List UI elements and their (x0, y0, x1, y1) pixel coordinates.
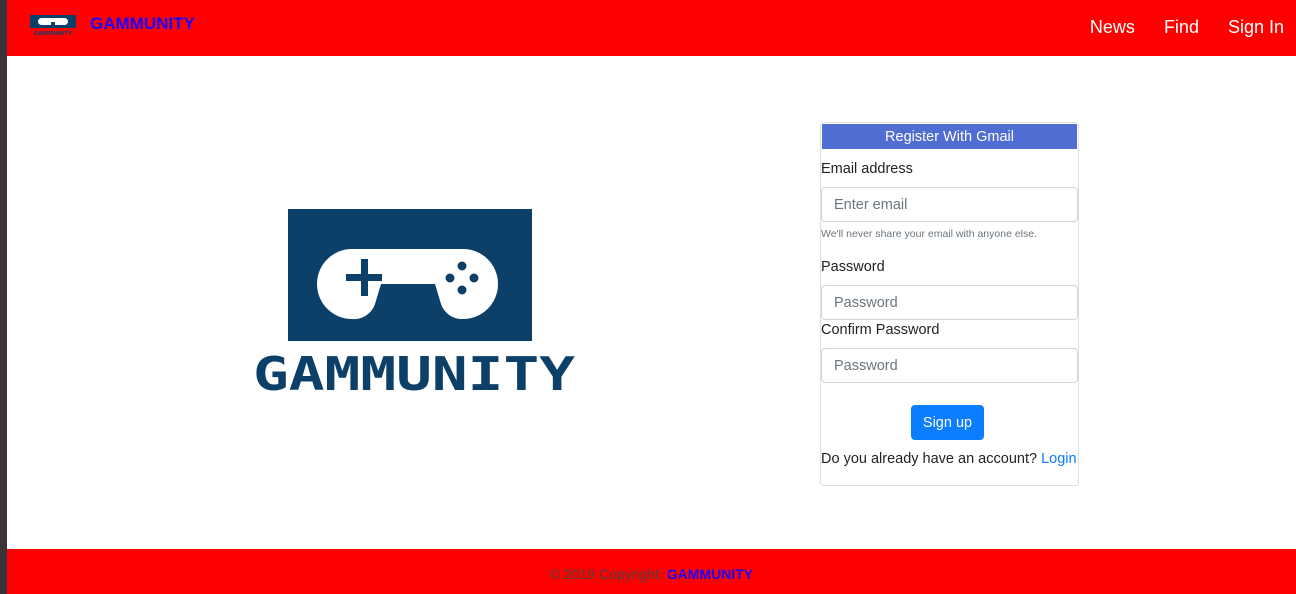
dpad-vertical (361, 259, 368, 296)
register-header: Register With Gmail (822, 124, 1077, 149)
footer-copyright: © 2019 Copyright: (549, 566, 663, 582)
footer-brand-link[interactable]: GAMMUNITY (667, 566, 753, 582)
password-input[interactable] (821, 285, 1078, 320)
account-line: Do you already have an account? Login (821, 451, 1077, 467)
brand-logo[interactable]: GAMMUNITY (24, 12, 82, 38)
password-label: Password (821, 259, 885, 275)
nav-link-news[interactable]: News (1090, 17, 1135, 38)
brand-logo-text: GAMMUNITY (34, 31, 74, 37)
confirm-password-label: Confirm Password (821, 322, 940, 338)
nav-links: News Find Sign In (1090, 17, 1284, 38)
brand-name[interactable]: GAMMUNITY (90, 14, 195, 34)
account-prompt: Do you already have an account? (821, 451, 1038, 467)
navbar: GAMMUNITY GAMMUNITY News Find Sign In (7, 0, 1296, 56)
email-input[interactable] (821, 187, 1078, 222)
hero-logo-text: GAMMUNITY (253, 347, 575, 398)
nav-link-sign-in[interactable]: Sign In (1228, 17, 1284, 38)
nav-link-find[interactable]: Find (1164, 17, 1199, 38)
register-card: Register With Gmail Email address We'll … (820, 122, 1079, 486)
email-help-text: We'll never share your email with anyone… (821, 228, 1037, 240)
login-link[interactable]: Login (1041, 451, 1076, 467)
footer: © 2019 Copyright: GAMMUNITY (7, 549, 1296, 594)
page: GAMMUNITY GAMMUNITY News Find Sign In GA… (7, 0, 1296, 594)
confirm-password-input[interactable] (821, 348, 1078, 383)
hero-logo: GAMMUNITY (253, 209, 575, 398)
sign-up-button[interactable]: Sign up (911, 405, 984, 440)
email-label: Email address (821, 161, 913, 177)
